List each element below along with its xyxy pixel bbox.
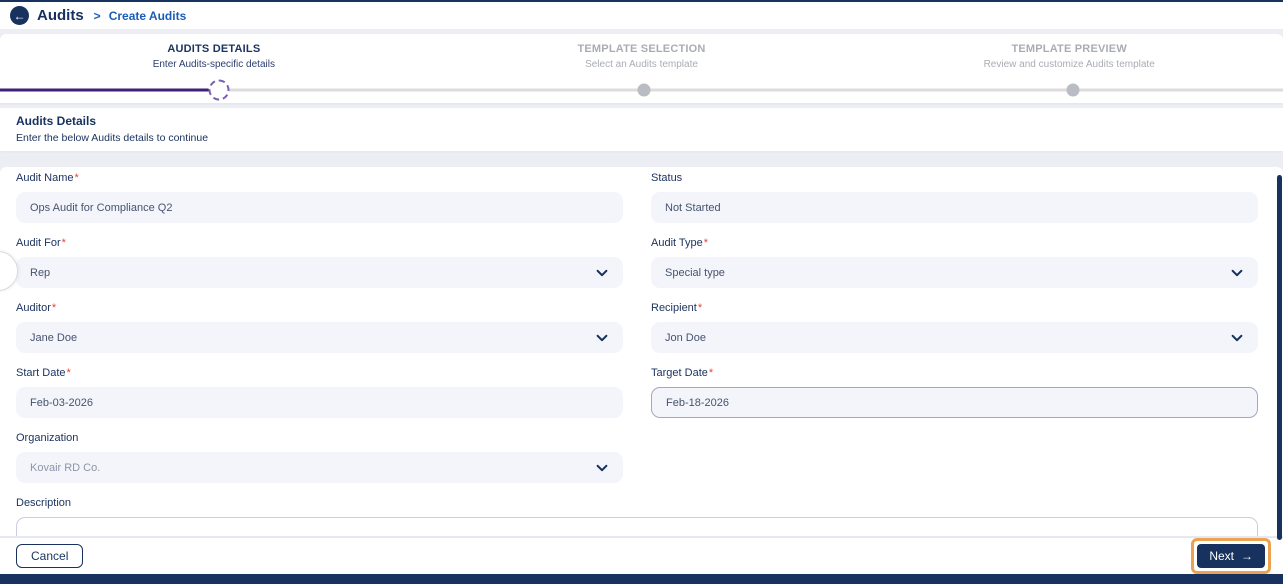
field-auditor: Auditor* Jane Doe [16, 302, 623, 353]
description-textarea[interactable] [16, 517, 1258, 536]
status-input [651, 192, 1258, 223]
required-marker: * [704, 237, 708, 249]
recipient-value: Jon Doe [665, 332, 706, 344]
field-target-date: Target Date* [651, 367, 1258, 418]
step-marker [638, 84, 651, 97]
field-description: Description [16, 497, 1258, 536]
description-label: Description [16, 497, 71, 509]
breadcrumb-separator: > [94, 9, 101, 23]
breadcrumb-root[interactable]: Audits [37, 7, 84, 24]
auditor-value: Jane Doe [30, 332, 77, 344]
start-date-input[interactable] [16, 387, 623, 418]
organization-label: Organization [16, 432, 78, 444]
required-marker: * [74, 172, 78, 184]
step-subtitle: Review and customize Audits template [855, 59, 1283, 70]
field-audit-for: Audit For* Rep [16, 237, 623, 288]
target-date-label: Target Date [651, 367, 708, 379]
step-template-selection: TEMPLATE SELECTION Select an Audits temp… [428, 43, 856, 70]
organization-select[interactable]: Kovair RD Co. [16, 452, 623, 483]
step-subtitle: Enter Audits-specific details [0, 59, 428, 70]
stepper: AUDITS DETAILS Enter Audits-specific det… [0, 34, 1283, 103]
chevron-down-icon [595, 266, 609, 280]
audit-type-label: Audit Type [651, 237, 703, 249]
chevron-down-icon [595, 331, 609, 345]
breadcrumb-current: Create Audits [109, 9, 187, 23]
required-marker: * [709, 367, 713, 379]
stepper-steps: AUDITS DETAILS Enter Audits-specific det… [0, 43, 1283, 70]
organization-value: Kovair RD Co. [30, 462, 100, 474]
cancel-button[interactable]: Cancel [16, 544, 83, 568]
step-template-preview: TEMPLATE PREVIEW Review and customize Au… [855, 43, 1283, 70]
audit-name-label: Audit Name [16, 172, 73, 184]
required-marker: * [52, 302, 56, 314]
back-button[interactable]: ← [10, 6, 29, 25]
stepper-track [0, 78, 1283, 102]
audit-for-select[interactable]: Rep [16, 257, 623, 288]
auditor-select[interactable]: Jane Doe [16, 322, 623, 353]
topbar: ← Audits > Create Audits [0, 2, 1283, 29]
stepper-progress-bar [0, 89, 217, 92]
audit-for-value: Rep [30, 267, 50, 279]
next-button-highlight: Next → [1191, 538, 1271, 574]
footer: Cancel Next → [0, 537, 1283, 574]
back-arrow-icon: ← [14, 10, 26, 22]
bottom-bar [0, 574, 1283, 584]
field-start-date: Start Date* [16, 367, 623, 418]
step-marker [1066, 84, 1079, 97]
section-subtitle: Enter the below Audits details to contin… [16, 132, 1267, 144]
field-organization: Organization Kovair RD Co. [16, 432, 623, 483]
field-recipient: Recipient* Jon Doe [651, 302, 1258, 353]
next-arrow-icon: → [1241, 549, 1253, 563]
audit-type-value: Special type [665, 267, 725, 279]
audit-name-input[interactable] [16, 192, 623, 223]
step-subtitle: Select an Audits template [428, 59, 856, 70]
step-title: AUDITS DETAILS [0, 43, 428, 55]
audit-form: Audit Name* Status Audit For* Rep Audit … [0, 167, 1283, 536]
auditor-label: Auditor [16, 302, 51, 314]
status-label: Status [651, 172, 682, 184]
step-audits-details: AUDITS DETAILS Enter Audits-specific det… [0, 43, 428, 70]
chevron-down-icon [1230, 266, 1244, 280]
section-title: Audits Details [16, 114, 1267, 128]
start-date-label: Start Date [16, 367, 66, 379]
field-audit-name: Audit Name* [16, 172, 623, 223]
audit-type-select[interactable]: Special type [651, 257, 1258, 288]
required-marker: * [698, 302, 702, 314]
required-marker: * [67, 367, 71, 379]
chevron-down-icon [1230, 331, 1244, 345]
field-audit-type: Audit Type* Special type [651, 237, 1258, 288]
next-button[interactable]: Next → [1197, 544, 1265, 568]
next-button-label: Next [1209, 549, 1234, 563]
required-marker: * [62, 237, 66, 249]
section-header: Audits Details Enter the below Audits de… [0, 108, 1283, 151]
form-grid: Audit Name* Status Audit For* Rep Audit … [16, 172, 1258, 497]
step-title: TEMPLATE SELECTION [428, 43, 856, 55]
create-audits-page: ← Audits > Create Audits AUDITS DETAILS … [0, 0, 1283, 584]
audit-for-label: Audit For [16, 237, 61, 249]
step-marker-active [209, 80, 230, 101]
step-title: TEMPLATE PREVIEW [855, 43, 1283, 55]
field-status: Status [651, 172, 1258, 223]
recipient-label: Recipient [651, 302, 697, 314]
recipient-select[interactable]: Jon Doe [651, 322, 1258, 353]
target-date-input[interactable] [651, 387, 1258, 418]
chevron-down-icon [595, 461, 609, 475]
vertical-scrollbar-thumb[interactable] [1277, 175, 1282, 540]
